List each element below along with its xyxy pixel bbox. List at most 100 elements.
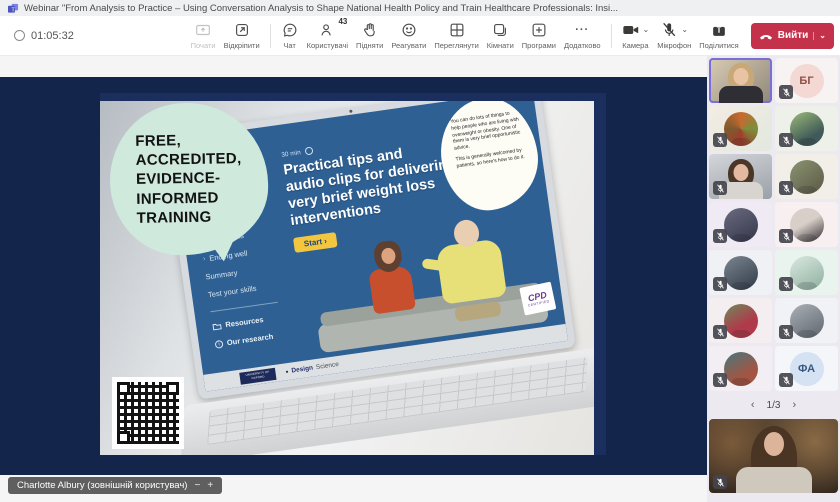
slide-photo: › Starting off › Giving advice › xyxy=(100,101,594,455)
participant-avatar xyxy=(724,352,758,386)
research-label: Our research xyxy=(226,332,274,347)
resources-label: Resources xyxy=(225,315,264,329)
rooms-label: Кімнати xyxy=(487,41,514,50)
present-screen-icon xyxy=(194,21,212,39)
more-label: Додатково xyxy=(564,41,601,50)
camera-chevron-icon[interactable]: ⌄ xyxy=(643,26,650,34)
rooms-icon xyxy=(491,21,509,39)
mic-muted-icon xyxy=(713,229,727,243)
window-title: Webinar "From Analysis to Practice – Usi… xyxy=(24,3,618,14)
stage-area: › Starting off › Giving advice › xyxy=(0,56,707,502)
react-label: Реагувати xyxy=(391,41,426,50)
nav-item-our-research[interactable]: i Our research xyxy=(214,328,302,349)
nav-item-summary[interactable]: Summary xyxy=(205,260,293,281)
participants-label: Користувачі xyxy=(307,41,348,50)
clock-icon xyxy=(304,146,313,155)
raise-hand-button[interactable]: Підняти xyxy=(353,19,386,52)
qr-corner xyxy=(117,382,130,395)
participant-avatar xyxy=(724,256,758,290)
mic-muted-icon xyxy=(779,85,793,99)
chat-button[interactable]: Чат xyxy=(278,19,302,52)
participant-avatar xyxy=(790,112,824,146)
nav-item-test-your-skills[interactable]: Test your skills xyxy=(207,278,295,299)
participant-tile[interactable]: ФА xyxy=(775,346,838,391)
participant-tile[interactable] xyxy=(709,106,772,151)
leave-chevron-icon[interactable]: ⌄ xyxy=(813,32,826,40)
unpin-icon xyxy=(233,21,251,39)
participant-tile-active-speaker[interactable] xyxy=(709,58,772,103)
pager-prev-icon[interactable]: ‹ xyxy=(751,399,755,411)
mic-muted-icon xyxy=(713,373,727,387)
camera-label: Камера xyxy=(622,41,648,50)
participant-tile[interactable] xyxy=(709,202,772,247)
chat-icon xyxy=(281,21,299,39)
mic-chevron-icon[interactable]: ⌄ xyxy=(681,26,688,34)
nav-divider xyxy=(210,302,277,312)
camera-on-icon xyxy=(622,22,640,38)
mic-muted-icon xyxy=(779,229,793,243)
nav-item-resources[interactable]: Resources xyxy=(212,310,300,331)
chevron-right-icon: › xyxy=(203,255,206,262)
more-dots-icon: ··· xyxy=(575,24,589,36)
advice-text-1: You can do lots of things to help people… xyxy=(450,109,524,152)
participants-button[interactable]: 43 Користувачі xyxy=(304,19,351,52)
react-button[interactable]: Реагувати xyxy=(388,19,429,52)
participant-tile[interactable] xyxy=(775,154,838,199)
participant-video xyxy=(709,58,772,103)
start-presenting-label: Почати xyxy=(191,41,216,50)
shared-slide: › Starting off › Giving advice › xyxy=(100,93,606,455)
participant-tile[interactable]: БГ xyxy=(775,58,838,103)
zoom-in-icon[interactable]: + xyxy=(207,480,213,491)
folder-icon xyxy=(212,321,222,330)
camera-button[interactable]: ⌄ Камера xyxy=(619,19,653,52)
raise-hand-icon xyxy=(361,21,379,39)
apps-button[interactable]: Програми xyxy=(519,19,559,52)
participant-tile[interactable] xyxy=(775,250,838,295)
view-label: Переглянути xyxy=(434,41,478,50)
unpin-button[interactable]: Відкріпити xyxy=(221,19,263,52)
teams-logo-icon: T xyxy=(8,3,19,14)
duration-label: 30 min xyxy=(281,149,301,159)
unpin-label: Відкріпити xyxy=(224,41,260,50)
window-titlebar: T Webinar "From Analysis to Practice – U… xyxy=(0,0,840,16)
qr-corner xyxy=(117,431,130,444)
pager-next-icon[interactable]: › xyxy=(792,399,796,411)
participant-tile[interactable] xyxy=(709,346,772,391)
presenter-name-pill: Charlotte Albury (зовнішній користувач) … xyxy=(8,477,222,494)
toolbar-divider xyxy=(611,24,612,48)
participant-tile[interactable] xyxy=(775,106,838,151)
chat-label: Чат xyxy=(283,41,295,50)
presenter-video-tile[interactable] xyxy=(709,419,838,493)
qr-corner xyxy=(166,382,179,395)
leave-button[interactable]: Вийти ⌄ xyxy=(751,23,834,49)
mic-muted-icon xyxy=(713,475,727,489)
mic-label: Мікрофон xyxy=(657,41,691,50)
participant-tile[interactable] xyxy=(775,298,838,343)
view-grid-icon xyxy=(448,21,466,39)
hangup-icon xyxy=(759,31,773,41)
record-indicator-icon xyxy=(14,30,25,41)
participant-tile[interactable] xyxy=(775,202,838,247)
participant-avatar xyxy=(724,208,758,242)
mic-muted-icon xyxy=(779,277,793,291)
rooms-button[interactable]: Кімнати xyxy=(484,19,517,52)
more-button[interactable]: ··· Додатково xyxy=(561,19,604,52)
participant-avatar xyxy=(724,112,758,146)
participants-count-badge: 43 xyxy=(338,17,347,26)
ds-word-2: Science xyxy=(315,361,339,371)
view-button[interactable]: Переглянути xyxy=(431,19,481,52)
mic-muted-icon xyxy=(713,181,727,195)
mic-button[interactable]: ⌄ Мікрофон xyxy=(654,19,694,52)
mic-muted-icon xyxy=(779,373,793,387)
cpd-certified-logo: CPD CERTIFIED xyxy=(519,282,556,316)
meeting-toolbar: 01:05:32 Почати Відкріпити Чат xyxy=(0,16,840,56)
participant-tile[interactable] xyxy=(709,298,772,343)
oxford-logo: UNIVERSITY OF OXFORD xyxy=(239,367,276,384)
zoom-out-icon[interactable]: − xyxy=(194,480,200,491)
share-button[interactable]: Поділитися xyxy=(696,19,741,52)
participant-tile[interactable] xyxy=(709,250,772,295)
start-presenting-button[interactable]: Почати xyxy=(188,19,219,52)
participant-tile[interactable] xyxy=(709,154,772,199)
participants-icon: 43 xyxy=(318,21,336,39)
participant-avatar xyxy=(790,160,824,194)
